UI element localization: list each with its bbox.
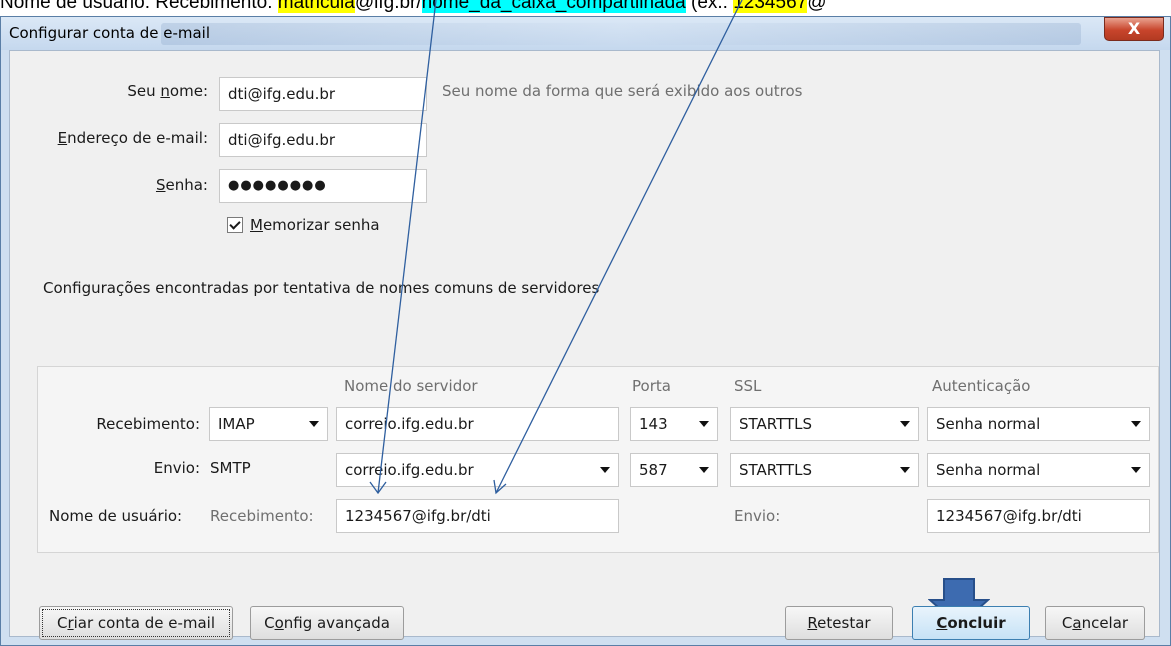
server-settings-group: Nome do servidor Porta SSL Autenticação … <box>37 366 1159 553</box>
incoming-label: Recebimento: <box>96 415 200 433</box>
incoming-protocol-value: IMAP <box>218 415 255 433</box>
chevron-down-icon <box>309 421 319 427</box>
name-value: dti@ifg.edu.br <box>228 85 336 103</box>
username-label: Nome de usuário: <box>49 507 183 525</box>
done-button[interactable]: Concluir <box>912 606 1030 640</box>
outgoing-hostname-value: correio.ifg.edu.br <box>345 461 474 479</box>
header-auth: Autenticação <box>932 377 1031 395</box>
name-field[interactable]: dti@ifg.edu.br <box>219 77 427 111</box>
close-button[interactable]: X <box>1104 17 1164 41</box>
chevron-down-icon <box>699 421 709 427</box>
username-outgoing-value: 1234567@ifg.br/dti <box>936 507 1082 525</box>
caption-text-end: @ <box>807 0 827 13</box>
remember-password-checkbox[interactable] <box>227 217 243 233</box>
email-setup-dialog: Configurar conta de e-mail X Seu nome: d… <box>0 16 1171 646</box>
header-server-name: Nome do servidor <box>344 377 478 395</box>
caption-highlight-shared-box: nome_da_caixa_compartilhada <box>421 0 686 13</box>
dialog-content: Seu nome: dti@ifg.edu.br Seu nome da for… <box>9 50 1160 640</box>
incoming-ssl-select[interactable]: STARTTLS <box>730 407 919 441</box>
username-incoming-label: Recebimento: <box>210 507 314 525</box>
advanced-config-button[interactable]: Config avançada <box>250 606 404 640</box>
caption-text-domain: @ifg.br/ <box>354 0 422 13</box>
username-incoming-field[interactable]: 1234567@ifg.br/dti <box>336 499 619 533</box>
password-value: ●●●●●●●● <box>228 178 327 193</box>
chevron-down-icon <box>900 421 910 427</box>
name-hint: Seu nome da forma que será exibido aos o… <box>442 82 803 100</box>
password-label: Senha: <box>155 176 208 194</box>
outgoing-ssl-value: STARTTLS <box>739 461 813 479</box>
window-title: Configurar conta de e-mail <box>9 24 210 42</box>
incoming-port-select[interactable]: 143 <box>630 407 718 441</box>
chevron-down-icon <box>900 467 910 473</box>
chevron-down-icon <box>1131 421 1141 427</box>
incoming-ssl-value: STARTTLS <box>739 415 813 433</box>
create-account-button[interactable]: Criar conta de e-mail <box>39 606 233 640</box>
chevron-down-icon <box>699 467 709 473</box>
password-field[interactable]: ●●●●●●●● <box>219 169 427 203</box>
email-field[interactable]: dti@ifg.edu.br <box>219 123 427 157</box>
header-ssl: SSL <box>734 377 762 395</box>
outgoing-protocol: SMTP <box>210 459 251 477</box>
username-outgoing-label: Envio: <box>734 507 781 525</box>
incoming-hostname-field[interactable]: correio.ifg.edu.br <box>336 407 619 441</box>
incoming-hostname-value: correio.ifg.edu.br <box>345 415 474 433</box>
name-label: Seu nome: <box>127 82 208 100</box>
header-port: Porta <box>632 377 671 395</box>
found-settings-text: Configurações encontradas por tentativa … <box>43 279 600 297</box>
document-caption: Nome de usuário: Recebimento: matricula@… <box>0 0 1171 16</box>
username-outgoing-field[interactable]: 1234567@ifg.br/dti <box>927 499 1150 533</box>
remember-password-label[interactable]: Memorizar senha <box>250 216 380 234</box>
outgoing-port-value: 587 <box>639 461 668 479</box>
retest-button[interactable]: Retestar <box>785 606 893 640</box>
outgoing-ssl-select[interactable]: STARTTLS <box>730 453 919 487</box>
outgoing-auth-select[interactable]: Senha normal <box>927 453 1150 487</box>
username-incoming-value: 1234567@ifg.br/dti <box>345 507 491 525</box>
outgoing-port-select[interactable]: 587 <box>630 453 718 487</box>
chevron-down-icon <box>1131 467 1141 473</box>
caption-text: Nome de usuário: Recebimento: <box>0 0 278 13</box>
outgoing-hostname-select[interactable]: correio.ifg.edu.br <box>336 453 619 487</box>
incoming-protocol-select[interactable]: IMAP <box>209 407 328 441</box>
incoming-auth-value: Senha normal <box>936 415 1041 433</box>
caption-text-example: (ex.: <box>685 0 734 13</box>
chevron-down-icon <box>600 467 610 473</box>
title-bar[interactable]: Configurar conta de e-mail X <box>1 17 1170 50</box>
cancel-button[interactable]: Cancelar <box>1045 606 1145 640</box>
email-value: dti@ifg.edu.br <box>228 131 336 149</box>
caption-highlight-example-number: 1234567 <box>733 0 808 13</box>
incoming-port-value: 143 <box>639 415 668 433</box>
title-bar-background <box>161 23 1081 45</box>
incoming-auth-select[interactable]: Senha normal <box>927 407 1150 441</box>
outgoing-auth-value: Senha normal <box>936 461 1041 479</box>
outgoing-label: Envio: <box>153 459 200 477</box>
caption-highlight-matricula: matricula <box>277 0 355 13</box>
email-label: Endereço de e-mail: <box>57 129 208 147</box>
